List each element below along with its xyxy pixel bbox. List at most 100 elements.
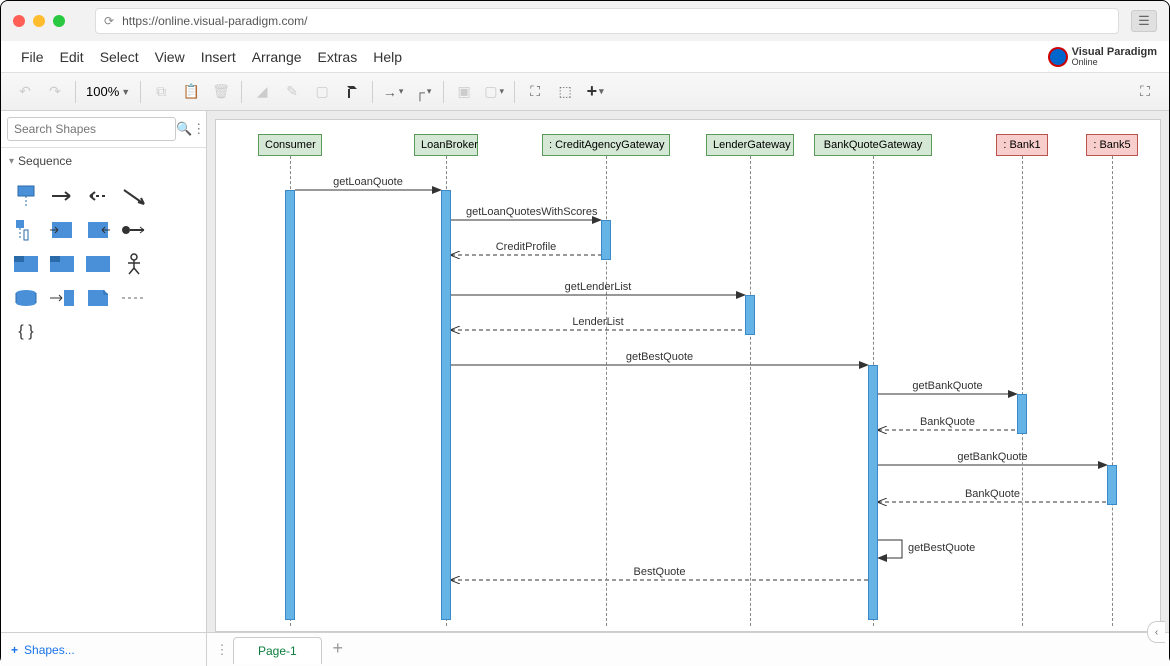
lifeline-head[interactable]: Consumer [258,134,322,156]
message-label[interactable]: getBankQuote [933,451,1053,463]
activation-bar[interactable] [745,295,755,335]
lifeline-loanbroker[interactable]: LoanBroker [414,134,478,156]
lifeline-consumer[interactable]: Consumer [258,134,322,156]
message-label[interactable]: getBestQuote [600,351,720,363]
message-label[interactable]: getLoanQuotesWithScores [466,206,586,218]
shape-control-icon[interactable] [45,284,79,312]
search-icon[interactable]: 🔍 [176,121,192,137]
menu-extras[interactable]: Extras [310,49,366,65]
fullscreen-button[interactable]: ⛶ [1131,78,1159,106]
add-page-button[interactable]: + [326,638,350,662]
lifeline-head[interactable]: LoanBroker [414,134,478,156]
lifeline-credit[interactable]: : CreditAgencyGateway [542,134,670,156]
to-back-button[interactable]: ▢▾ [480,78,508,106]
more-icon[interactable]: ⋮ [192,121,203,137]
message-label[interactable]: LenderList [538,316,658,328]
waypoint-style-button[interactable]: ┌▾ [409,78,437,106]
lifeline-bankquote[interactable]: BankQuoteGateway [814,134,932,156]
fit-selection-button[interactable]: ⬚ [551,78,579,106]
shape-return-icon[interactable] [81,182,115,210]
activation-bar[interactable] [1107,465,1117,505]
refresh-icon[interactable]: ⟳ [104,14,114,28]
fit-page-button[interactable]: ⛶ [521,78,549,106]
search-input[interactable] [7,117,176,141]
shape-message-icon[interactable] [45,182,79,210]
message-label[interactable]: getBankQuote [888,380,1008,392]
menu-select[interactable]: Select [92,49,147,65]
activation-bar[interactable] [868,365,878,620]
drag-handle-icon[interactable]: ⋮ [215,642,229,658]
add-button[interactable]: +▾ [581,78,609,106]
message-label[interactable]: BankQuote [888,416,1008,428]
zoom-dropdown[interactable]: 100%▼ [82,84,134,99]
collapse-panel-button[interactable]: ‹ [1147,621,1165,643]
redo-button[interactable]: ↷ [41,78,69,106]
url-bar[interactable]: ⟳ https://online.visual-paradigm.com/ [95,8,1119,34]
menu-help[interactable]: Help [365,49,410,65]
delete-button[interactable]: 🗑 [207,78,235,106]
lifeline-dashline [1112,156,1113,626]
shape-activation-icon[interactable] [9,216,43,244]
minimize-window-button[interactable] [33,15,45,27]
lifeline-head[interactable]: LenderGateway [706,134,794,156]
message-label[interactable]: getLenderList [538,281,658,293]
fill-color-button[interactable]: ◢ [248,78,276,106]
connection-style-button[interactable]: →▾ [379,78,407,106]
maximize-window-button[interactable] [53,15,65,27]
menu-edit[interactable]: Edit [52,49,92,65]
shape-constraint-icon[interactable]: { } [9,318,43,346]
message-label[interactable]: BankQuote [933,488,1053,500]
message-label[interactable]: getLoanQuote [308,176,428,188]
lifeline-lender[interactable]: LenderGateway [706,134,794,156]
shape-lifeline-icon[interactable] [9,182,43,210]
activation-bar[interactable] [285,190,295,620]
menu-view[interactable]: View [147,49,193,65]
activation-bar[interactable] [601,220,611,260]
message-label[interactable]: CreditProfile [466,241,586,253]
copy-button[interactable]: ⧉ [147,78,175,106]
shadow-button[interactable]: ▢ [308,78,336,106]
shapes-panel-button[interactable]: Shapes... [1,633,207,666]
shape-frame-out-icon[interactable] [81,216,115,244]
menu-file[interactable]: File [13,49,52,65]
menu-arrange[interactable]: Arrange [244,49,310,65]
page-tab[interactable]: Page-1 [233,637,322,664]
format-painter-button[interactable] [338,78,366,106]
shape-empty [153,216,187,244]
sequence-diagram[interactable] [216,120,1160,631]
message-label[interactable]: BestQuote [600,566,720,578]
shape-entity-icon[interactable] [9,284,43,312]
close-window-button[interactable] [13,15,25,27]
shape-found-icon[interactable] [117,182,151,210]
lifeline-bank5[interactable]: : Bank5 [1086,134,1138,156]
activation-bar[interactable] [441,190,451,620]
lifeline-dashline [1022,156,1023,626]
activation-bar[interactable] [1017,394,1027,434]
canvas[interactable]: Consumer LoanBroker : CreditAgencyGateway L… [215,119,1161,632]
line-color-button[interactable]: ✎ [278,78,306,106]
shape-actor-icon[interactable] [117,250,151,278]
hamburger-menu-button[interactable]: ☰ [1131,10,1157,32]
shape-continuation-icon[interactable] [117,284,151,312]
footer: Shapes... ⋮ Page-1 + ‹ [1,632,1169,666]
panel-sequence[interactable]: Sequence [1,148,206,174]
menu-insert[interactable]: Insert [193,49,244,65]
lifeline-head[interactable]: : Bank1 [996,134,1048,156]
to-front-button[interactable]: ▣ [450,78,478,106]
shape-endpoint-icon[interactable] [117,216,151,244]
lifeline-bank1[interactable]: : Bank1 [996,134,1048,156]
brand-logo: Visual Paradigm Online [1048,47,1157,67]
shape-frame3-icon[interactable] [81,250,115,278]
menubar: File Edit Select View Insert Arrange Ext… [1,41,1169,73]
lifeline-head[interactable]: : Bank5 [1086,134,1138,156]
shape-frame2-icon[interactable] [45,250,79,278]
undo-button[interactable]: ↶ [11,78,39,106]
shape-frame1-icon[interactable] [9,250,43,278]
shape-note-icon[interactable] [81,284,115,312]
lifeline-head[interactable]: : CreditAgencyGateway [542,134,670,156]
toolbar-separator [140,81,141,103]
lifeline-head[interactable]: BankQuoteGateway [814,134,932,156]
shape-frame-in-icon[interactable] [45,216,79,244]
paste-button[interactable]: 📋 [177,78,205,106]
message-label[interactable]: getBestQuote [908,542,975,554]
